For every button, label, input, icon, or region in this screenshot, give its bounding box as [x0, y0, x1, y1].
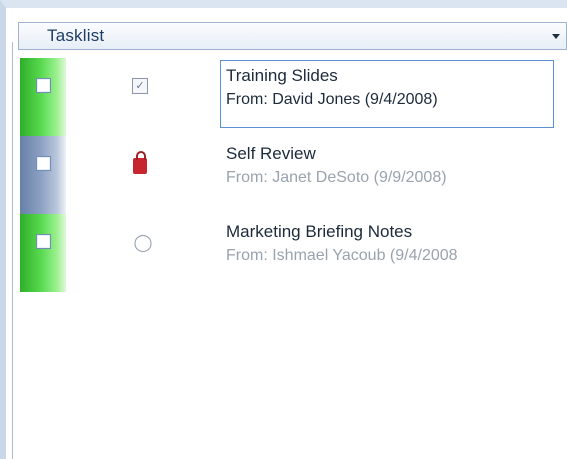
task-checkbox[interactable]	[36, 78, 51, 93]
task-text[interactable]: Marketing Briefing Notes From: Ishmael Y…	[226, 220, 551, 268]
flag-marker[interactable]	[20, 136, 66, 214]
task-row[interactable]: Self Review From: Janet DeSoto (9/9/2008…	[20, 136, 567, 214]
tasklist-header[interactable]: Tasklist	[18, 22, 567, 50]
task-checkbox[interactable]	[36, 156, 51, 171]
task-icon: ✓	[132, 78, 148, 94]
user-icon: ◯	[133, 233, 153, 252]
task-text[interactable]: Training Slides From: David Jones (9/4/2…	[226, 64, 551, 112]
flag-marker[interactable]	[20, 58, 66, 136]
task-subject: Marketing Briefing Notes	[226, 222, 413, 241]
task-subject: Self Review	[226, 144, 316, 163]
task-row[interactable]: ◯ Marketing Briefing Notes From: Ishmael…	[20, 214, 567, 292]
tasklist-title: Tasklist	[47, 26, 105, 45]
flag-marker[interactable]	[20, 214, 66, 292]
task-from: From: David Jones (9/4/2008)	[226, 91, 438, 108]
dropdown-arrow-icon[interactable]	[552, 33, 560, 39]
task-row[interactable]: ✓ Training Slides From: David Jones (9/4…	[20, 58, 567, 136]
task-list: ✓ Training Slides From: David Jones (9/4…	[20, 58, 567, 292]
left-divider	[12, 42, 13, 459]
task-from: From: Janet DeSoto (9/9/2008)	[226, 169, 447, 186]
task-checkbox[interactable]	[36, 234, 51, 249]
task-subject: Training Slides	[226, 66, 338, 85]
lock-icon	[133, 151, 147, 174]
task-from: From: Ishmael Yacoub (9/4/2008	[226, 247, 458, 264]
task-text[interactable]: Self Review From: Janet DeSoto (9/9/2008…	[226, 142, 551, 190]
